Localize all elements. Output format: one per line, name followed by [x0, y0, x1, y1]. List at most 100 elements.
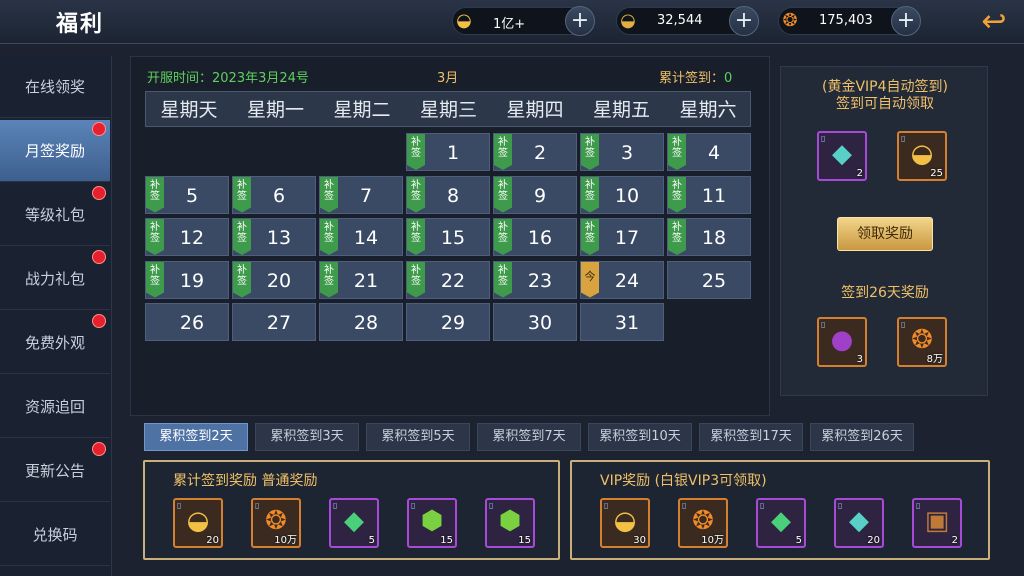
- reward-item[interactable]: ◒ ▯ 20: [173, 498, 223, 548]
- gold-ingot-icon: ◒: [613, 506, 637, 536]
- vip-reward-panel: (黄金VIP4自动签到) 签到可自动领取 ◆ ▯ 2 ◒ ▯ 25 领取奖励 签到26天奖…: [780, 66, 988, 396]
- day-cell-6[interactable]: 补签 6: [232, 175, 316, 214]
- day-number: 7: [359, 184, 373, 207]
- add-bound-gold-button[interactable]: +: [729, 6, 759, 36]
- server-open-date: 开服时间：2023年3月24号: [147, 71, 309, 86]
- day-cell-4[interactable]: 补签 4: [667, 133, 751, 171]
- tab-cumulative-0[interactable]: 累积签到2天: [144, 423, 248, 451]
- reward-item[interactable]: ◒ ▯ 25: [897, 131, 947, 181]
- sidebar-item-label: 免费外观: [24, 334, 85, 352]
- day-cell-12[interactable]: 补签 12: [145, 218, 229, 256]
- reward-item[interactable]: ◆ ▯ 2: [817, 131, 867, 181]
- total-signin: 累计签到：0: [659, 67, 732, 86]
- bound-lock-icon: ▯: [821, 320, 826, 329]
- tab-cumulative-4[interactable]: 累积签到10天: [588, 423, 692, 451]
- bound-lock-icon: ▯: [916, 501, 921, 510]
- day-number: 18: [701, 227, 727, 249]
- day-number: 23: [527, 269, 553, 292]
- reward-item[interactable]: ❂ ▯ 10万: [678, 498, 728, 548]
- tab-cumulative-2[interactable]: 累积签到5天: [366, 423, 470, 451]
- sidebar-item-6[interactable]: 更新公告: [0, 440, 110, 502]
- item-quantity: 5: [795, 535, 802, 546]
- day-cell-26[interactable]: 26: [145, 303, 229, 341]
- back-arrow-icon[interactable]: ↩: [974, 4, 1014, 40]
- sidebar-item-4[interactable]: 免费外观: [0, 312, 110, 374]
- reward-item[interactable]: ◒ ▯ 30: [600, 498, 650, 548]
- day-number: 6: [272, 184, 286, 207]
- reward-item[interactable]: ◆ ▯ 5: [329, 498, 379, 548]
- top-bar: 福利 ◒ 1亿+ + ◒ 32,544 + ❂ 175,403 + ↩: [0, 0, 1024, 44]
- normal-reward-title: 累计签到奖励 普通奖励: [173, 473, 318, 489]
- reward-item[interactable]: ⬢ ▯ 15: [485, 498, 535, 548]
- sidebar-item-5[interactable]: 资源追回: [0, 376, 110, 438]
- sidebar-item-7[interactable]: 兑换码: [0, 504, 110, 566]
- tab-cumulative-5[interactable]: 累积签到17天: [699, 423, 803, 451]
- day-cell-19[interactable]: 补签 19: [145, 260, 229, 299]
- day-cell-21[interactable]: 补签 21: [319, 260, 403, 299]
- day-cell-3[interactable]: 补签 3: [580, 133, 664, 171]
- reward-item[interactable]: ● ▯ 3: [817, 317, 867, 367]
- day-number: 12: [179, 227, 205, 249]
- day-cell-9[interactable]: 补签 9: [493, 175, 577, 214]
- sidebar-item-1[interactable]: 月签奖励: [0, 120, 110, 182]
- day-cell-20[interactable]: 补签 20: [232, 260, 316, 299]
- add-gold-button[interactable]: +: [565, 6, 595, 36]
- sidebar-item-2[interactable]: 等级礼包: [0, 184, 110, 246]
- reward-item[interactable]: ❂ ▯ 10万: [251, 498, 301, 548]
- day-cell-31[interactable]: 31: [580, 303, 664, 341]
- day-cell-23[interactable]: 补签 23: [493, 260, 577, 299]
- day-cell-10[interactable]: 补签 10: [580, 175, 664, 214]
- sidebar-item-label: 战力礼包: [24, 270, 85, 288]
- claim-reward-button[interactable]: 领取奖励: [837, 217, 933, 251]
- item-quantity: 5: [368, 535, 375, 546]
- bound-lock-icon: ▯: [255, 501, 260, 510]
- day-cell-2[interactable]: 补签 2: [493, 133, 577, 171]
- currency-coins-value: 175,403: [819, 13, 873, 28]
- day-cell-13[interactable]: 补签 13: [232, 218, 316, 256]
- day-cell-24[interactable]: 今 24: [580, 260, 664, 299]
- day-number: 1: [446, 142, 460, 164]
- bound-lock-icon: ▯: [177, 501, 182, 510]
- day-cell-7[interactable]: 补签 7: [319, 175, 403, 214]
- day-cell-1[interactable]: 补签 1: [406, 133, 490, 171]
- day-cell-25[interactable]: 25: [667, 260, 751, 299]
- day-number: 3: [620, 142, 634, 164]
- day-cell-29[interactable]: 29: [406, 303, 490, 341]
- tab-cumulative-3[interactable]: 累积签到7天: [477, 423, 581, 451]
- day-cell-28[interactable]: 28: [319, 303, 403, 341]
- day-cell-15[interactable]: 补签 15: [406, 218, 490, 256]
- sidebar-item-label: 资源追回: [24, 398, 85, 416]
- day-cell-16[interactable]: 补签 16: [493, 218, 577, 256]
- day-cell-22[interactable]: 补签 22: [406, 260, 490, 299]
- day-number: 29: [440, 312, 466, 334]
- day-cell-17[interactable]: 补签 17: [580, 218, 664, 256]
- currency-bound-gold: ◒ 32,544 +: [616, 6, 759, 36]
- notification-dot-icon: [92, 442, 106, 456]
- calendar-panel: 开服时间：2023年3月24号 3月 累计签到：0 星期天 星期一 星期二 星期三 星期…: [130, 56, 770, 416]
- day-number: 28: [353, 312, 379, 334]
- day-cell-27[interactable]: 27: [232, 303, 316, 341]
- wing-crystal-icon: ◆: [832, 139, 852, 169]
- reward-item[interactable]: ❂ ▯ 8万: [897, 317, 947, 367]
- day-cell-11[interactable]: 补签 11: [667, 175, 751, 214]
- day-cell-5[interactable]: 补签 5: [145, 175, 229, 214]
- sidebar-item-0[interactable]: 在线领奖: [0, 56, 110, 118]
- reward-item[interactable]: ◆ ▯ 5: [756, 498, 806, 548]
- reward-item[interactable]: ⬢ ▯ 15: [407, 498, 457, 548]
- reward-item[interactable]: ▣ ▯ 2: [912, 498, 962, 548]
- day-number: 9: [533, 184, 547, 207]
- item-quantity: 2: [951, 535, 958, 546]
- item-quantity: 25: [930, 168, 943, 179]
- sidebar-item-3[interactable]: 战力礼包: [0, 248, 110, 310]
- day-number: 13: [266, 227, 292, 249]
- bound-lock-icon: ▯: [821, 134, 826, 143]
- add-coins-button[interactable]: +: [891, 6, 921, 36]
- item-quantity: 8万: [926, 354, 943, 365]
- day-cell-18[interactable]: 补签 18: [667, 218, 751, 256]
- day-cell-14[interactable]: 补签 14: [319, 218, 403, 256]
- day-cell-30[interactable]: 30: [493, 303, 577, 341]
- day-cell-8[interactable]: 补签 8: [406, 175, 490, 214]
- tab-cumulative-6[interactable]: 累积签到26天: [810, 423, 914, 451]
- reward-item[interactable]: ◆ ▯ 20: [834, 498, 884, 548]
- tab-cumulative-1[interactable]: 累积签到3天: [255, 423, 359, 451]
